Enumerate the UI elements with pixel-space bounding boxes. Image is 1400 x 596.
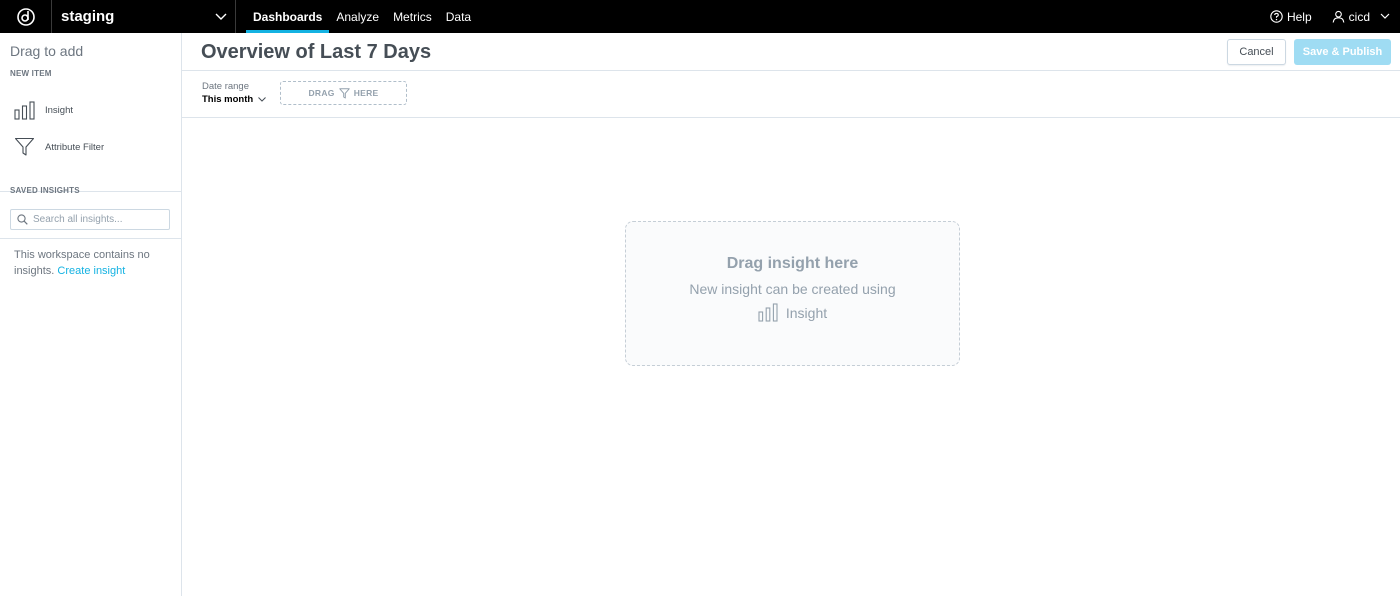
chevron-down-icon xyxy=(1380,13,1390,19)
insight-search[interactable] xyxy=(10,209,170,230)
date-range-value: This month xyxy=(202,94,254,105)
nav-metrics[interactable]: Metrics xyxy=(386,0,439,33)
cancel-button[interactable]: Cancel xyxy=(1227,39,1286,65)
workspace-picker[interactable]: staging xyxy=(52,0,236,33)
sidebar-item-label: Attribute Filter xyxy=(45,141,105,153)
saved-insights-label: SAVED INSIGHTS xyxy=(10,186,80,195)
top-bar: staging Dashboards Analyze Metrics Data … xyxy=(0,0,1400,33)
help-icon xyxy=(1270,10,1283,23)
search-icon xyxy=(17,214,28,225)
funnel-icon xyxy=(339,87,350,98)
nav-data[interactable]: Data xyxy=(439,0,478,33)
top-right-menu: Help cicd xyxy=(1270,0,1400,33)
sidebar: Drag to add NEW ITEM Insight Attribute F… xyxy=(0,33,182,596)
drop-zone-title: Drag insight here xyxy=(726,255,859,272)
new-item-label: NEW ITEM xyxy=(10,69,52,78)
drag-filter-text: DRAG xyxy=(308,88,335,98)
page-title[interactable]: Overview of Last 7 Days xyxy=(201,41,431,64)
bar-chart-icon xyxy=(14,100,35,120)
date-range-value-row: This month xyxy=(202,94,267,105)
create-insight-link[interactable]: Create insight xyxy=(57,265,125,277)
sidebar-item-label: Insight xyxy=(45,104,73,116)
drop-zone-insight-hint: Insight xyxy=(758,303,827,322)
insight-drop-zone[interactable]: Drag insight here New insight can be cre… xyxy=(625,221,960,366)
drop-zone-subtitle: New insight can be created using xyxy=(689,281,896,297)
dashboard-editor: Overview of Last 7 Days Cancel Save & Pu… xyxy=(182,33,1400,596)
drop-zone-insight-label: Insight xyxy=(785,304,828,321)
search-input[interactable] xyxy=(33,214,163,225)
main-nav: Dashboards Analyze Metrics Data xyxy=(246,0,478,33)
sidebar-divider xyxy=(0,238,181,239)
date-range-filter[interactable]: Date range This month xyxy=(202,81,267,105)
sidebar-item-insight[interactable]: Insight xyxy=(0,93,181,127)
bar-chart-icon xyxy=(758,303,778,322)
filter-drop-target[interactable]: DRAG HERE xyxy=(280,81,407,105)
save-publish-button[interactable]: Save & Publish xyxy=(1294,39,1391,65)
drag-filter-text: HERE xyxy=(353,88,379,98)
chevron-down-icon xyxy=(258,97,267,102)
chevron-down-icon xyxy=(215,13,227,20)
user-name: cicd xyxy=(1348,9,1370,24)
dashboard-header: Overview of Last 7 Days Cancel Save & Pu… xyxy=(182,33,1400,71)
logo-icon xyxy=(16,7,35,26)
workspace-name: staging xyxy=(61,8,115,25)
sidebar-title: Drag to add xyxy=(10,43,84,59)
user-icon xyxy=(1332,10,1345,23)
nav-dashboards[interactable]: Dashboards xyxy=(246,0,330,33)
user-menu[interactable]: cicd xyxy=(1332,10,1390,24)
app-logo[interactable] xyxy=(0,0,52,33)
funnel-icon xyxy=(14,137,35,156)
date-range-label: Date range xyxy=(202,81,250,92)
help-label: Help xyxy=(1286,9,1312,24)
nav-analyze[interactable]: Analyze xyxy=(329,0,386,33)
filter-bar: Date range This month DRAG HERE xyxy=(182,72,1400,118)
sidebar-item-attribute-filter[interactable]: Attribute Filter xyxy=(0,130,181,164)
empty-insights-note: This workspace contains no insights. Cre… xyxy=(14,247,174,279)
help-link[interactable]: Help xyxy=(1270,10,1312,24)
